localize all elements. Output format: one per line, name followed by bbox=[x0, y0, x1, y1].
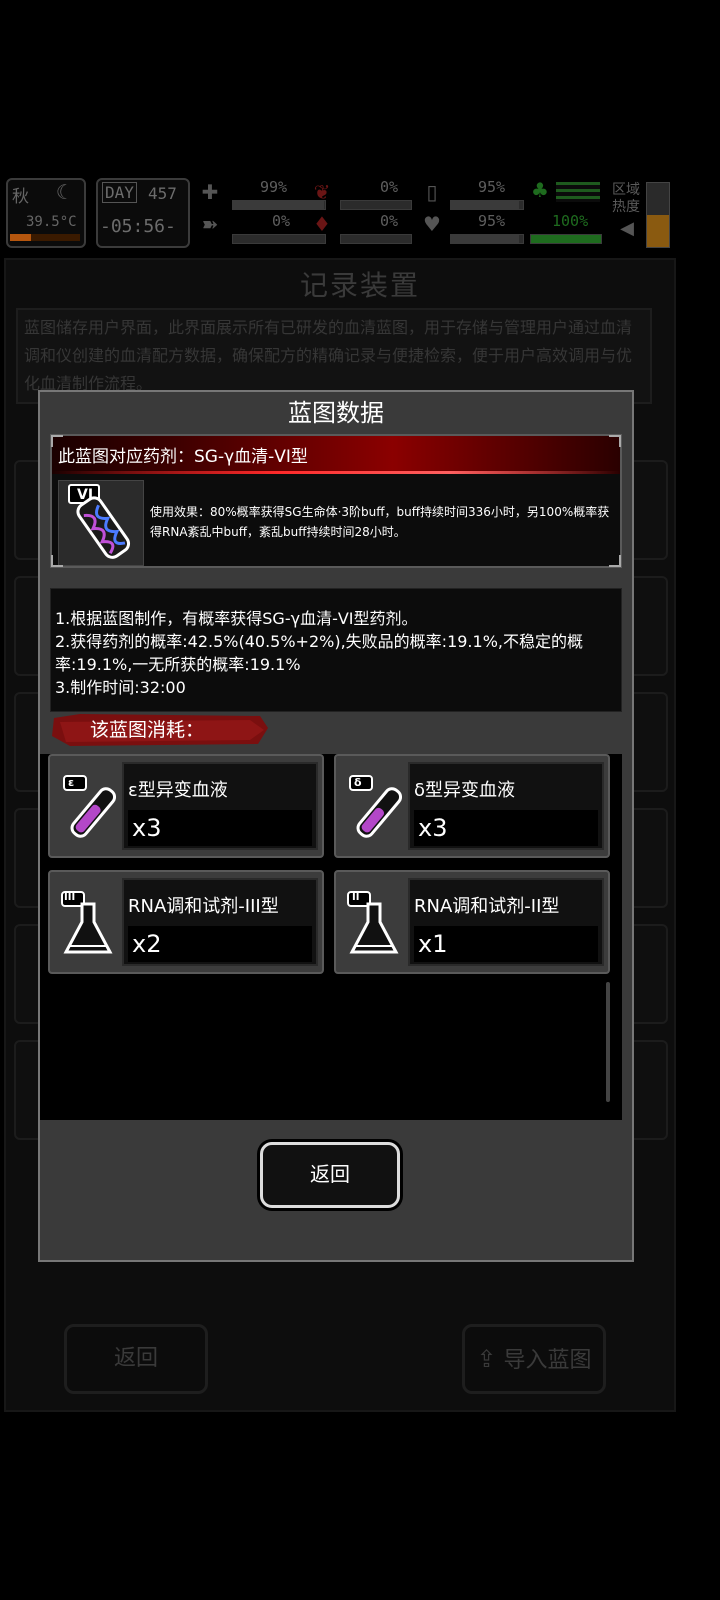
cost-namebox: RNA调和试剂-III型 x2 bbox=[122, 878, 318, 966]
region-heat-meter bbox=[646, 182, 670, 248]
info-line: 1.根据蓝图制作，有概率获得SG-γ血清-VI型药剂。 bbox=[55, 609, 418, 628]
day-label: DAY bbox=[102, 182, 137, 203]
potion-reference-card: 此蓝图对应药剂：SG-γ血清-VI型 VI 使用效果：80%概率获得SG生命体·… bbox=[50, 434, 622, 568]
cost-qty: x1 bbox=[418, 930, 448, 958]
background-back-button[interactable]: 返回 bbox=[64, 1324, 208, 1394]
cost-list-scrollbar[interactable] bbox=[606, 982, 610, 1102]
stat2-bottom-bar bbox=[340, 234, 412, 244]
stat3-top-fill bbox=[451, 201, 520, 209]
import-blueprint-button[interactable]: ⇪ 导入蓝图 bbox=[462, 1324, 606, 1394]
info-line: 3.制作时间:32:00 bbox=[55, 678, 186, 697]
cost-name: RNA调和试剂-II型 bbox=[414, 896, 560, 917]
cost-item[interactable]: ε ε型异变血液 x3 bbox=[48, 754, 324, 858]
reference-header: 此蓝图对应药剂：SG-γ血清-VI型 bbox=[52, 436, 620, 474]
temperature-text: 39.5°C bbox=[26, 214, 77, 230]
serum-vial-icon bbox=[68, 484, 131, 559]
cost-badge: II bbox=[352, 892, 360, 903]
blueprint-data-dialog: 蓝图数据 此蓝图对应药剂：SG-γ血清-VI型 VI 使用效果：80%概率获得S… bbox=[38, 390, 634, 1262]
reference-label: 此蓝图对应药剂：SG-γ血清-VI型 bbox=[58, 447, 308, 467]
corner-mark bbox=[609, 555, 621, 567]
corner-mark bbox=[51, 435, 63, 447]
cost-name: RNA调和试剂-III型 bbox=[128, 896, 279, 917]
water-bottle-icon: ▯ bbox=[426, 180, 438, 204]
day-number: 457 bbox=[148, 184, 177, 203]
potion-badge: VI bbox=[77, 487, 94, 503]
stat2-top-bar bbox=[340, 200, 412, 210]
cost-namebox: ε型异变血液 x3 bbox=[122, 762, 318, 850]
plant-stripes bbox=[556, 182, 600, 202]
import-blueprint-label: 导入蓝图 bbox=[503, 1348, 592, 1373]
cost-qty-box: x3 bbox=[414, 810, 598, 846]
temperature-bar bbox=[10, 234, 80, 241]
stat1-bottom-text: 0% bbox=[272, 212, 291, 230]
cost-name: δ型异变血液 bbox=[414, 780, 516, 801]
stat3-bottom-fill bbox=[451, 235, 520, 243]
season-label: 秋 bbox=[12, 187, 29, 207]
status-hud: 秋 ☾ 39.5°C DAY 457 -05:56- ✚ ➽ 99% 0% ❦ … bbox=[0, 178, 720, 252]
cost-namebox: δ型异变血液 x3 bbox=[408, 762, 604, 850]
cost-item[interactable]: III RNA调和试剂-III型 x2 bbox=[48, 870, 324, 974]
dialog-title: 蓝图数据 bbox=[288, 399, 384, 427]
test-tube-icon bbox=[63, 775, 116, 838]
cost-item[interactable]: II RNA调和试剂-II型 x1 bbox=[334, 870, 610, 974]
flask-icon bbox=[347, 891, 399, 954]
cost-qty: x2 bbox=[132, 930, 162, 958]
season-box: 秋 ☾ 39.5°C bbox=[6, 178, 86, 248]
stat3-bottom-bar bbox=[450, 234, 524, 244]
region-heat-label: 区域热度 bbox=[612, 182, 640, 215]
stat3-bottom-text: 95% bbox=[478, 212, 506, 230]
blueprint-info: 1.根据蓝图制作，有概率获得SG-γ血清-VI型药剂。 2.获得药剂的概率:42… bbox=[50, 588, 622, 712]
stat4-bottom-text: 100% bbox=[552, 212, 589, 230]
stat4-bottom-fill bbox=[531, 235, 601, 243]
stat2-bottom-text: 0% bbox=[380, 212, 399, 230]
clock-text: -05:56- bbox=[100, 216, 176, 237]
cost-item[interactable]: δ δ型异变血液 x3 bbox=[334, 754, 610, 858]
plant-icon: ♣ bbox=[531, 178, 549, 202]
effect-text: 使用效果：80%概率获得SG生命体·3阶buff，buff持续时间336小时，另… bbox=[150, 505, 610, 539]
test-tube-icon bbox=[349, 775, 402, 838]
cost-title: 该蓝图消耗： bbox=[90, 719, 205, 741]
upload-icon: ⇪ bbox=[476, 1345, 497, 1373]
stat2-top-text: 0% bbox=[380, 178, 399, 196]
stat3-top-text: 95% bbox=[478, 178, 506, 196]
cost-badge: δ bbox=[354, 776, 362, 789]
cost-qty-box: x1 bbox=[414, 926, 598, 962]
cost-badge: III bbox=[64, 892, 76, 903]
temperature-bar-fill bbox=[10, 234, 31, 241]
medkit-icon: ✚ bbox=[201, 180, 219, 204]
stat4-bottom-bar bbox=[530, 234, 602, 244]
stat1-top-text: 99% bbox=[260, 178, 288, 196]
stomach-icon: ❦ bbox=[313, 180, 331, 204]
cost-qty: x3 bbox=[418, 814, 448, 842]
day-box: DAY 457 -05:56- bbox=[96, 178, 190, 248]
cost-list: ε ε型异变血液 x3 δ δ型异变血液 x3 III RNA调和试剂-III型… bbox=[40, 754, 622, 1120]
heart-icon: ♥ bbox=[423, 212, 441, 236]
return-button[interactable]: 返回 bbox=[260, 1142, 400, 1208]
info-line: 2.获得药剂的概率:42.5%(40.5%+2%),失败品的概率:19.1%,不… bbox=[55, 632, 583, 674]
region-heat-fill bbox=[647, 215, 669, 247]
corner-mark bbox=[609, 435, 621, 447]
cost-qty: x3 bbox=[132, 814, 162, 842]
record-device-title: 记录装置 bbox=[299, 269, 420, 302]
blood-drop-icon: ♦ bbox=[313, 212, 331, 236]
speaker-icon[interactable]: ◀ bbox=[614, 218, 640, 239]
bandage-icon: ➽ bbox=[201, 212, 219, 236]
cost-qty-box: x3 bbox=[128, 810, 312, 846]
cost-badge: ε bbox=[68, 776, 75, 789]
moon-icon: ☾ bbox=[56, 180, 69, 204]
cost-qty-box: x2 bbox=[128, 926, 312, 962]
corner-mark bbox=[51, 555, 63, 567]
potion-icon: VI bbox=[58, 480, 144, 566]
cost-namebox: RNA调和试剂-II型 x1 bbox=[408, 878, 604, 966]
cost-name: ε型异变血液 bbox=[128, 780, 228, 801]
stat3-top-bar bbox=[450, 200, 524, 210]
